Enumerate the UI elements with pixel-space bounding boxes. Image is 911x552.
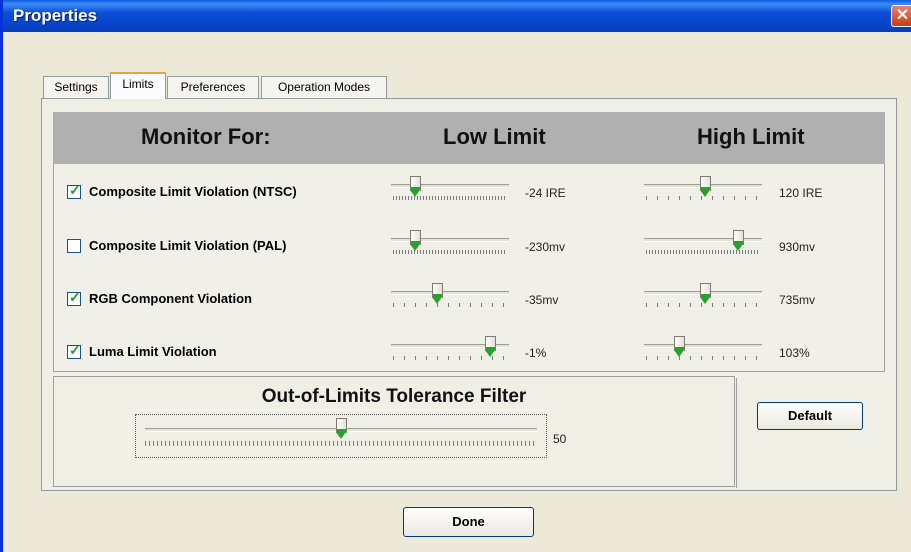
high-limit-value: 103% <box>779 346 810 360</box>
tab-limits[interactable]: Limits <box>110 72 166 99</box>
header-high-limit: High Limit <box>697 124 805 149</box>
low-limit-value: -35mv <box>525 293 559 307</box>
close-icon[interactable]: ✕ <box>891 5 911 27</box>
window-title: Properties <box>13 6 98 25</box>
row-label: Luma Limit Violation <box>89 344 217 359</box>
high-limit-value: 735mv <box>779 293 816 307</box>
low-limit-slider[interactable] <box>391 283 509 311</box>
row-label: RGB Component Violation <box>89 291 252 306</box>
low-limit-slider[interactable] <box>391 230 509 258</box>
high-limit-slider-thumb[interactable] <box>700 283 711 305</box>
tolerance-value: 50 <box>553 432 567 446</box>
high-limit-slider[interactable] <box>644 336 762 364</box>
done-button[interactable]: Done <box>403 507 534 537</box>
low-limit-slider-thumb[interactable] <box>410 230 421 252</box>
check-icon: ✓ <box>69 342 81 358</box>
title-bar[interactable]: Properties ✕ <box>3 0 911 32</box>
row-checkbox[interactable] <box>67 239 81 253</box>
tab-operation-modes[interactable]: Operation Modes <box>261 76 387 98</box>
high-limit-slider-thumb[interactable] <box>674 336 685 358</box>
high-limit-value: 930mv <box>779 240 816 254</box>
low-limit-slider[interactable] <box>391 336 509 364</box>
low-limit-value: -230mv <box>525 240 566 254</box>
check-icon: ✓ <box>69 182 81 198</box>
row-checkbox[interactable]: ✓ <box>67 182 81 199</box>
low-limit-slider[interactable] <box>391 176 509 204</box>
high-limit-slider[interactable] <box>644 230 762 258</box>
properties-dialog: Properties ✕ Settings Limits Preferences… <box>0 0 911 552</box>
row-label: Composite Limit Violation (NTSC) <box>89 184 297 199</box>
low-limit-slider-thumb[interactable] <box>485 336 496 358</box>
group-separator <box>736 378 737 488</box>
tolerance-title: Out-of-Limits Tolerance Filter <box>261 386 527 407</box>
low-limit-value: -1% <box>525 346 547 360</box>
row-checkbox[interactable]: ✓ <box>67 342 81 359</box>
tolerance-slider-thumb[interactable] <box>336 418 347 440</box>
header-low-limit: Low Limit <box>443 124 546 149</box>
high-limit-slider-thumb[interactable] <box>700 176 711 198</box>
tab-preferences[interactable]: Preferences <box>167 76 259 98</box>
header-monitor-for: Monitor For: <box>141 124 271 149</box>
low-limit-value: -24 IRE <box>525 186 566 200</box>
tab-settings[interactable]: Settings <box>43 76 109 98</box>
low-limit-slider-thumb[interactable] <box>432 283 443 305</box>
check-icon: ✓ <box>69 289 81 305</box>
tolerance-slider-ticks <box>145 441 537 446</box>
row-checkbox[interactable]: ✓ <box>67 289 81 306</box>
row-label: Composite Limit Violation (PAL) <box>89 238 287 253</box>
default-button[interactable]: Default <box>757 402 863 430</box>
high-limit-slider[interactable] <box>644 283 762 311</box>
low-limit-slider-thumb[interactable] <box>410 176 421 198</box>
high-limit-slider-thumb[interactable] <box>733 230 744 252</box>
high-limit-slider[interactable] <box>644 176 762 204</box>
high-limit-value: 120 IRE <box>779 186 823 200</box>
